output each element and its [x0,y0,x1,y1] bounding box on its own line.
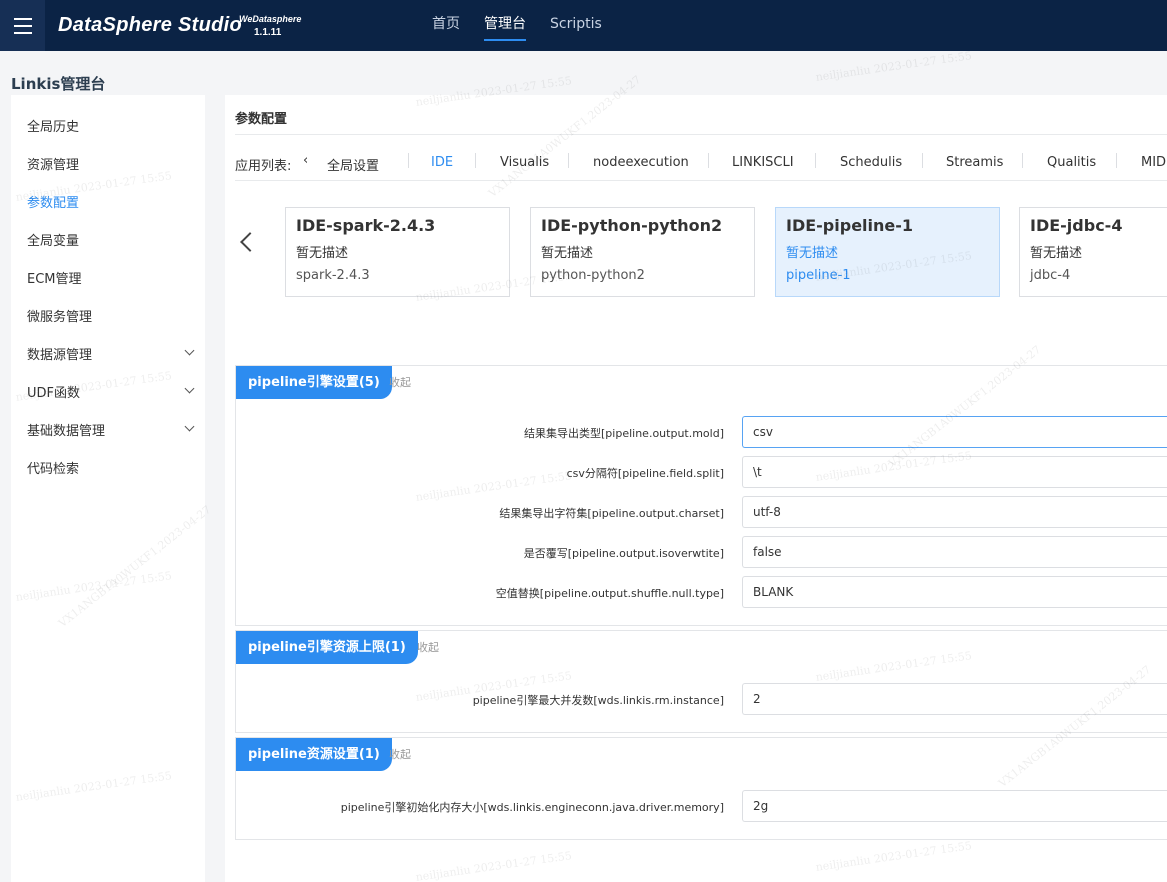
output-overwrite-input[interactable]: false [742,536,1167,568]
collapse-link[interactable]: 收起 [417,631,439,664]
engine-card-description: 暂无描述 [541,246,594,261]
tab-ide[interactable]: IDE [431,155,453,170]
tabs-prev-icon[interactable]: ‹ [303,153,308,168]
sidebar: 全局历史 资源管理 参数配置 全局变量 ECM管理 微服务管理 数据源管理 UD… [11,95,205,882]
field-label: 是否覆写[pipeline.output.isoverwtite] [523,547,724,560]
engine-card-jdbc[interactable]: IDE-jdbc-4 暂无描述 jdbc-4 [1019,207,1167,297]
watermark-text: neiljianliu 2023-01-27 15:55 [814,49,973,84]
tab-separator [815,153,816,168]
engine-card-version: pipeline-1 [786,268,851,283]
engine-card-title: IDE-python-python2 [541,216,723,235]
settings-section-resource-limit: pipeline引擎资源上限(1) 收起 pipeline引擎最大并发数[wds… [235,630,1167,733]
sidebar-item-parameter-config[interactable]: 参数配置 [27,192,79,211]
logo-subtitle: WeDatasphere [239,14,302,24]
nav-scriptis[interactable]: Scriptis [550,0,602,51]
engine-card-python[interactable]: IDE-python-python2 暂无描述 python-python2 [530,207,755,297]
sidebar-item-udf-functions[interactable]: UDF函数 [27,382,80,401]
engine-card-spark[interactable]: IDE-spark-2.4.3 暂无描述 spark-2.4.3 [285,207,510,297]
engine-card-title: IDE-jdbc-4 [1030,216,1123,235]
tab-separator [922,153,923,168]
tab-separator [1116,153,1117,168]
collapse-link[interactable]: 收起 [389,366,411,399]
tab-streamis[interactable]: Streamis [946,155,1003,170]
field-label: pipeline引擎最大并发数[wds.linkis.rm.instance] [472,694,724,707]
chevron-down-icon[interactable] [184,383,195,394]
sidebar-item-global-history[interactable]: 全局历史 [27,116,79,135]
top-navigation-bar: DataSphere Studio WeDatasphere 1.1.11 首页… [0,0,1167,51]
sidebar-item-microservice-management[interactable]: 微服务管理 [27,306,92,325]
engine-card-description: 暂无描述 [786,246,839,261]
section-title: pipeline引擎资源上限(1) [236,631,418,664]
rm-instance-input[interactable]: 2 [742,683,1167,715]
chevron-down-icon[interactable] [184,345,195,356]
tab-separator [708,153,709,168]
tab-visualis[interactable]: Visualis [500,155,549,170]
engine-card-title: IDE-pipeline-1 [786,216,914,235]
engine-card-pipeline[interactable]: IDE-pipeline-1 暂无描述 pipeline-1 [775,207,1000,297]
tab-mid[interactable]: MID [1141,155,1166,170]
null-type-input[interactable]: BLANK [742,576,1167,608]
chevron-down-icon[interactable] [184,421,195,432]
engine-card-version: spark-2.4.3 [296,268,370,283]
settings-section-engine: pipeline引擎设置(5) 收起 结果集导出类型[pipeline.outp… [235,365,1167,626]
engine-card-title: IDE-spark-2.4.3 [296,216,436,235]
field-label: 结果集导出字符集[pipeline.output.charset] [499,507,724,520]
divider [235,180,1167,181]
driver-memory-input[interactable]: 2g [742,790,1167,822]
app-list-label: 应用列表: [235,159,292,174]
sidebar-title: Linkis管理台 [11,75,106,93]
section-title: pipeline资源设置(1) [236,738,392,771]
engine-card-version: python-python2 [541,268,645,283]
field-label: 结果集导出类型[pipeline.output.mold] [524,427,724,440]
main-panel: 参数配置 应用列表: ‹ 全局设置 IDE Visualis nodeexecu… [225,95,1167,882]
tab-qualitis[interactable]: Qualitis [1047,155,1096,170]
sidebar-item-ecm-management[interactable]: ECM管理 [27,268,82,287]
sidebar-item-datasource-management[interactable]: 数据源管理 [27,344,92,363]
engine-card-description: 暂无描述 [296,246,349,261]
app-version: 1.1.11 [254,27,282,38]
tab-linkiscli[interactable]: LINKISCLI [732,155,794,170]
field-label: csv分隔符[pipeline.field.split] [566,467,724,480]
hamburger-menu-icon[interactable] [0,0,45,51]
sidebar-item-basic-data-management[interactable]: 基础数据管理 [27,420,105,439]
divider [235,134,1167,135]
output-mold-input[interactable]: csv [742,416,1167,448]
sidebar-item-code-search[interactable]: 代码检索 [27,458,79,477]
settings-section-resource: pipeline资源设置(1) 收起 pipeline引擎初始化内存大小[wds… [235,737,1167,840]
tab-separator [475,153,476,168]
tab-schedulis[interactable]: Schedulis [840,155,902,170]
tab-separator [408,153,409,168]
engine-card-description: 暂无描述 [1030,246,1083,261]
field-split-input[interactable]: \t [742,456,1167,488]
field-label: pipeline引擎初始化内存大小[wds.linkis.engineconn.… [340,801,724,814]
tab-global-settings[interactable]: 全局设置 [327,155,379,174]
engine-card-version: jdbc-4 [1030,268,1071,283]
field-label: 空值替换[pipeline.output.shuffle.null.type] [495,587,724,600]
tab-nodeexecution[interactable]: nodeexecution [593,155,689,170]
nav-console[interactable]: 管理台 [484,0,526,51]
app-logo[interactable]: DataSphere Studio [58,14,242,37]
carousel-prev-icon[interactable] [240,232,260,252]
sidebar-item-global-variables[interactable]: 全局变量 [27,230,79,249]
nav-home[interactable]: 首页 [432,0,460,51]
tab-separator [1022,153,1023,168]
page-title: 参数配置 [235,112,288,127]
section-title: pipeline引擎设置(5) [236,366,392,399]
collapse-link[interactable]: 收起 [389,738,411,771]
tab-separator [568,153,569,168]
output-charset-input[interactable]: utf-8 [742,496,1167,528]
sidebar-item-resource-management[interactable]: 资源管理 [27,154,79,173]
